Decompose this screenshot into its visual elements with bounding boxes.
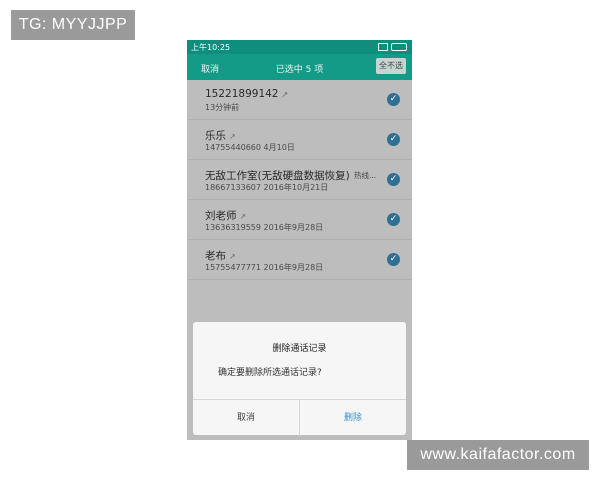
battery-icon: [391, 43, 407, 51]
delete-confirm-dialog: 删除通话记录 确定要删除所选通话记录? 取消 删除: [193, 322, 406, 436]
checkmark-icon[interactable]: ✓: [387, 93, 400, 106]
call-log-row[interactable]: 无敌工作室(无敌硬盘数据恢复) 热线... 18667133607 2016年1…: [187, 160, 412, 200]
call-detail: 18667133607 2016年10月21日: [205, 183, 329, 192]
selection-header: 取消 已选中 5 项 全不选: [187, 54, 412, 80]
call-detail: 13分钟前: [205, 103, 240, 112]
contact-name: 15221899142 ↗: [205, 88, 289, 100]
contact-name: 老布 ↗: [205, 250, 236, 262]
checkmark-icon[interactable]: ✓: [387, 213, 400, 226]
contact-name: 乐乐 ↗: [205, 130, 236, 142]
contact-note: 热线...: [354, 171, 377, 180]
status-time: 上午10:25: [191, 43, 231, 52]
checkmark-icon[interactable]: ✓: [387, 133, 400, 146]
cancel-button[interactable]: 取消: [193, 400, 300, 436]
contact-name: 无敌工作室(无敌硬盘数据恢复): [205, 170, 350, 182]
dialog-title: 删除通话记录: [272, 344, 327, 354]
phone-screen: 上午10:25 取消 已选中 5 项 全不选 15221899142 ↗ 13分钟…: [187, 40, 412, 440]
checkmark-icon[interactable]: ✓: [387, 173, 400, 186]
cancel-selection-button[interactable]: 取消: [201, 62, 219, 75]
dialog-buttons: 取消 删除: [193, 399, 406, 436]
call-detail: 15755477771 2016年9月28日: [205, 263, 324, 272]
watermark-top: TG: MYYJJPP: [11, 10, 135, 40]
outgoing-arrow-icon: ↗: [229, 252, 236, 261]
call-detail: 13636319559 2016年9月28日: [205, 223, 324, 232]
outgoing-arrow-icon: ↗: [239, 212, 247, 221]
call-log-row[interactable]: 刘老师 ↗ 13636319559 2016年9月28日 ✓: [187, 200, 412, 240]
sim-icon: [378, 43, 388, 51]
contact-name: 刘老师 ↗: [205, 210, 247, 222]
call-log-list: 15221899142 ↗ 13分钟前 ✓ 乐乐 ↗ 14755440660 4月1…: [187, 80, 412, 280]
checkmark-icon[interactable]: ✓: [387, 253, 400, 266]
call-log-row[interactable]: 老布 ↗ 15755477771 2016年9月28日 ✓: [187, 240, 412, 280]
status-bar: 上午10:25: [187, 40, 412, 54]
call-log-row[interactable]: 15221899142 ↗ 13分钟前 ✓: [187, 80, 412, 120]
delete-button[interactable]: 删除: [300, 400, 406, 436]
dialog-message: 确定要删除所选通话记录?: [218, 368, 322, 378]
select-none-button[interactable]: 全不选: [376, 58, 406, 74]
outgoing-arrow-icon: ↗: [229, 132, 236, 141]
watermark-bottom: www.kaifafactor.com: [407, 440, 589, 470]
call-detail: 14755440660 4月10日: [205, 143, 295, 152]
outgoing-arrow-icon: ↗: [281, 90, 289, 99]
call-log-row[interactable]: 乐乐 ↗ 14755440660 4月10日 ✓: [187, 120, 412, 160]
